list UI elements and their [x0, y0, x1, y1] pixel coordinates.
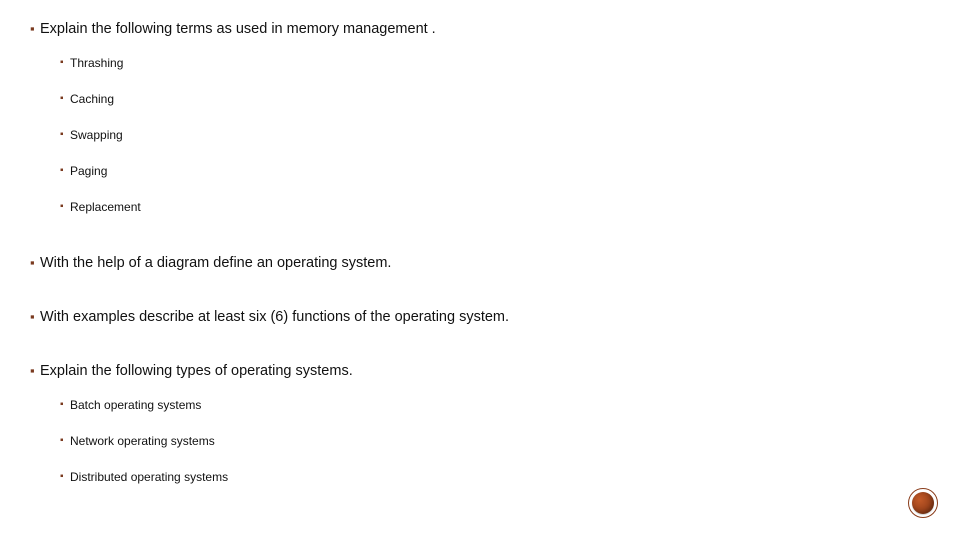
sub-list-item-text: Caching — [70, 92, 114, 106]
bullet-icon: ▪ — [30, 362, 40, 380]
bullet-icon: ▪ — [30, 254, 40, 272]
bullet-icon: ▪ — [60, 470, 70, 484]
bullet-icon: ▪ — [30, 20, 40, 38]
sub-list: ▪ Batch operating systems ▪ Network oper… — [60, 398, 930, 484]
sub-list-item: ▪ Swapping — [60, 128, 930, 142]
sub-list-item-text: Thrashing — [70, 56, 123, 70]
sub-list-item: ▪ Batch operating systems — [60, 398, 930, 412]
list-item-text: Explain the following terms as used in m… — [40, 20, 436, 38]
sub-list-item: ▪ Thrashing — [60, 56, 930, 70]
list-item: ▪ With examples describe at least six (6… — [30, 308, 930, 326]
bullet-icon: ▪ — [60, 434, 70, 448]
bullet-icon: ▪ — [60, 164, 70, 178]
bullet-icon: ▪ — [30, 308, 40, 326]
slide: ▪ Explain the following terms as used in… — [0, 0, 960, 540]
sub-list: ▪ Thrashing ▪ Caching ▪ Swapping ▪ Pagin… — [60, 56, 930, 214]
sub-list-item: ▪ Network operating systems — [60, 434, 930, 448]
list-item-text: Explain the following types of operating… — [40, 362, 353, 380]
list-item: ▪ Explain the following terms as used in… — [30, 20, 930, 38]
list-item-text: With examples describe at least six (6) … — [40, 308, 509, 326]
bullet-icon: ▪ — [60, 92, 70, 106]
list-item-text: With the help of a diagram define an ope… — [40, 254, 391, 272]
bullet-icon: ▪ — [60, 200, 70, 214]
decorative-sphere-icon — [908, 488, 938, 518]
bullet-icon: ▪ — [60, 128, 70, 142]
sub-list-item-text: Batch operating systems — [70, 398, 201, 412]
sub-list-item: ▪ Distributed operating systems — [60, 470, 930, 484]
sub-list-item-text: Swapping — [70, 128, 123, 142]
sub-list-item-text: Network operating systems — [70, 434, 215, 448]
bullet-icon: ▪ — [60, 398, 70, 412]
list-item: ▪ Explain the following types of operati… — [30, 362, 930, 380]
sub-list-item-text: Distributed operating systems — [70, 470, 228, 484]
sub-list-item: ▪ Paging — [60, 164, 930, 178]
sub-list-item-text: Paging — [70, 164, 107, 178]
sub-list-item: ▪ Replacement — [60, 200, 930, 214]
list-item: ▪ With the help of a diagram define an o… — [30, 254, 930, 272]
bullet-icon: ▪ — [60, 56, 70, 70]
sub-list-item-text: Replacement — [70, 200, 141, 214]
sub-list-item: ▪ Caching — [60, 92, 930, 106]
